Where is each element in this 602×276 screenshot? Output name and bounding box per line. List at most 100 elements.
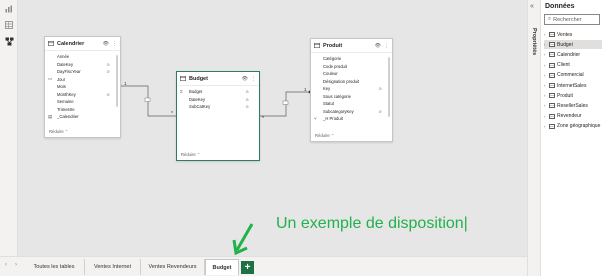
field-list: Σ Budget ⊘ DateKey ⊘ SubCatKey ⊘ xyxy=(177,86,259,113)
table-card-budget[interactable]: Budget 👁 ⋮ Σ Budget ⊘ DateKey ⊘ SubCatKey ⊘ Ré… xyxy=(176,71,260,161)
hidden-field-icon[interactable]: ⊘ xyxy=(378,109,382,114)
field-row[interactable]: Sous catégorie xyxy=(311,93,392,101)
field-name: Sous catégorie xyxy=(323,93,351,99)
data-table-item[interactable]: › Produit xyxy=(544,91,602,100)
table-view-icon[interactable] xyxy=(3,19,15,30)
data-table-label: ResellerSales xyxy=(557,102,588,109)
table-header[interactable]: Produit 👁 ⋮ xyxy=(311,39,392,53)
field-row[interactable]: MonthKey ⊘ xyxy=(45,91,120,99)
tab-toutes-les-tables[interactable]: Toutes les tables xyxy=(24,259,85,275)
relationship-one-label: 1 xyxy=(124,81,127,86)
field-row[interactable]: Mois xyxy=(45,83,120,91)
hidden-field-icon[interactable]: ⊘ xyxy=(378,86,382,91)
field-row[interactable]: Catégorie xyxy=(311,55,392,63)
tab-scroll-left-icon[interactable]: ‹ xyxy=(5,262,7,268)
table-header[interactable]: Calendrier 👁 ⋮ xyxy=(45,37,120,51)
field-row[interactable]: ⑂ _H Produit xyxy=(311,115,392,123)
more-options-icon[interactable]: ⋮ xyxy=(112,41,117,47)
scrollbar[interactable] xyxy=(388,57,390,117)
data-pane: Données ⌕ Rechercher › Ventes › Budget › Cale… xyxy=(541,0,602,276)
data-table-item[interactable]: › InternetSales xyxy=(544,81,602,90)
collapse-link[interactable]: Réduire ⌃ xyxy=(315,133,334,138)
table-icon xyxy=(549,103,555,109)
data-table-item[interactable]: › Budget xyxy=(544,40,602,50)
table-icon xyxy=(314,43,320,48)
scrollbar[interactable] xyxy=(116,55,118,107)
expand-pane-icon[interactable]: « xyxy=(530,3,534,10)
field-row[interactable]: Code produit xyxy=(311,63,392,71)
search-input[interactable]: ⌕ Rechercher xyxy=(544,14,600,25)
field-row[interactable]: Trimestre xyxy=(45,106,120,114)
field-name: Budget xyxy=(189,89,203,95)
table-icon xyxy=(48,41,54,46)
field-row[interactable]: Statut xyxy=(311,100,392,108)
table-card-calendrier[interactable]: Calendrier 👁 ⋮ Année DateKey ⊘ DayFiscYear ⊘… xyxy=(44,36,121,138)
collapse-link[interactable]: Réduire ⌃ xyxy=(49,129,68,134)
add-layout-button[interactable]: + xyxy=(241,261,254,274)
data-table-item[interactable]: › Client xyxy=(544,61,602,70)
hidden-field-icon[interactable]: ⊘ xyxy=(106,62,110,67)
table-icon xyxy=(180,76,186,81)
data-table-label: Client xyxy=(557,62,570,69)
data-table-label: Commercial xyxy=(557,72,584,79)
table-icon xyxy=(549,123,555,129)
data-table-item[interactable]: › Revendeur xyxy=(544,112,602,121)
field-row[interactable]: SubCatKey ⊘ xyxy=(177,103,259,111)
data-table-item[interactable]: › ResellerSales xyxy=(544,101,602,110)
field-row[interactable]: Key ⊘ xyxy=(311,85,392,93)
table-card-produit[interactable]: Produit 👁 ⋮ Catégorie Code produit Couleur… xyxy=(310,38,393,142)
report-view-icon[interactable] xyxy=(3,3,15,14)
field-row[interactable]: DateKey ⊘ xyxy=(45,61,120,69)
hidden-field-icon[interactable]: ⊘ xyxy=(245,89,249,94)
field-name: Jour xyxy=(57,76,66,82)
view-switcher-rail xyxy=(0,0,18,276)
visibility-icon[interactable]: 👁 xyxy=(242,76,248,82)
tab-ventes-revendeurs[interactable]: Ventes Revendeurs xyxy=(141,259,205,275)
field-row[interactable]: DayFiscYear ⊘ xyxy=(45,68,120,76)
visibility-icon[interactable]: 👁 xyxy=(103,41,109,47)
relationship-many-label: * xyxy=(262,116,264,122)
more-options-icon[interactable]: ⋮ xyxy=(251,76,256,82)
hidden-field-icon[interactable]: ⊘ xyxy=(245,97,249,102)
field-row[interactable]: Désignation produit xyxy=(311,78,392,86)
annotation-arrow xyxy=(232,223,254,256)
more-options-icon[interactable]: ⋮ xyxy=(384,43,389,49)
table-header[interactable]: Budget 👁 ⋮ xyxy=(177,72,259,86)
table-title: Budget xyxy=(189,75,208,82)
data-pane-title: Données xyxy=(545,3,575,10)
table-icon xyxy=(549,52,555,58)
hidden-field-icon[interactable]: ⊘ xyxy=(106,69,110,74)
model-view-icon[interactable] xyxy=(3,36,15,47)
tab-budget[interactable]: Budget xyxy=(205,259,239,275)
field-row[interactable]: ▤ _Calendrier xyxy=(45,113,120,121)
data-table-item[interactable]: › Zone géographique xyxy=(544,122,602,131)
data-table-label: Produit xyxy=(557,92,573,99)
field-row[interactable]: Couleur xyxy=(311,70,392,78)
field-row[interactable]: SubcategoryKey ⊘ xyxy=(311,108,392,116)
field-list: Catégorie Code produit Couleur Désignation … xyxy=(311,53,392,125)
field-row[interactable]: ▭ Jour xyxy=(45,76,120,84)
table-icon xyxy=(549,83,555,88)
visibility-icon[interactable]: 👁 xyxy=(375,43,381,49)
field-icon: ▭ xyxy=(48,76,53,82)
tab-scroll-right-icon[interactable]: › xyxy=(15,262,17,268)
properties-pane-collapsed[interactable]: « Propriétés xyxy=(527,0,541,276)
field-row[interactable]: Année xyxy=(45,53,120,61)
field-name: Code produit xyxy=(323,63,347,69)
field-row[interactable]: Semaine xyxy=(45,98,120,106)
data-table-item[interactable]: › Commercial xyxy=(544,71,602,80)
measure-icon: ▤ xyxy=(48,113,53,119)
model-canvas[interactable]: 1 * * 1 Calendrier 👁 ⋮ Année DateKey ⊘ DayF… xyxy=(18,0,527,256)
field-row[interactable]: DateKey ⊘ xyxy=(177,96,259,104)
hidden-field-icon[interactable]: ⊘ xyxy=(106,92,110,97)
sigma-icon: Σ xyxy=(180,89,183,95)
tab-ventes-internet[interactable]: Ventes Internet xyxy=(85,259,141,275)
field-row[interactable]: Σ Budget ⊘ xyxy=(177,88,259,96)
properties-label[interactable]: Propriétés xyxy=(531,28,537,55)
data-table-item[interactable]: › Ventes xyxy=(544,30,602,39)
hierarchy-icon: ⑂ xyxy=(314,116,317,122)
data-table-item[interactable]: › Calendrier xyxy=(544,50,602,59)
data-table-label: Budget xyxy=(557,41,573,48)
collapse-link[interactable]: Réduire ⌃ xyxy=(181,152,200,157)
hidden-field-icon[interactable]: ⊘ xyxy=(245,104,249,109)
